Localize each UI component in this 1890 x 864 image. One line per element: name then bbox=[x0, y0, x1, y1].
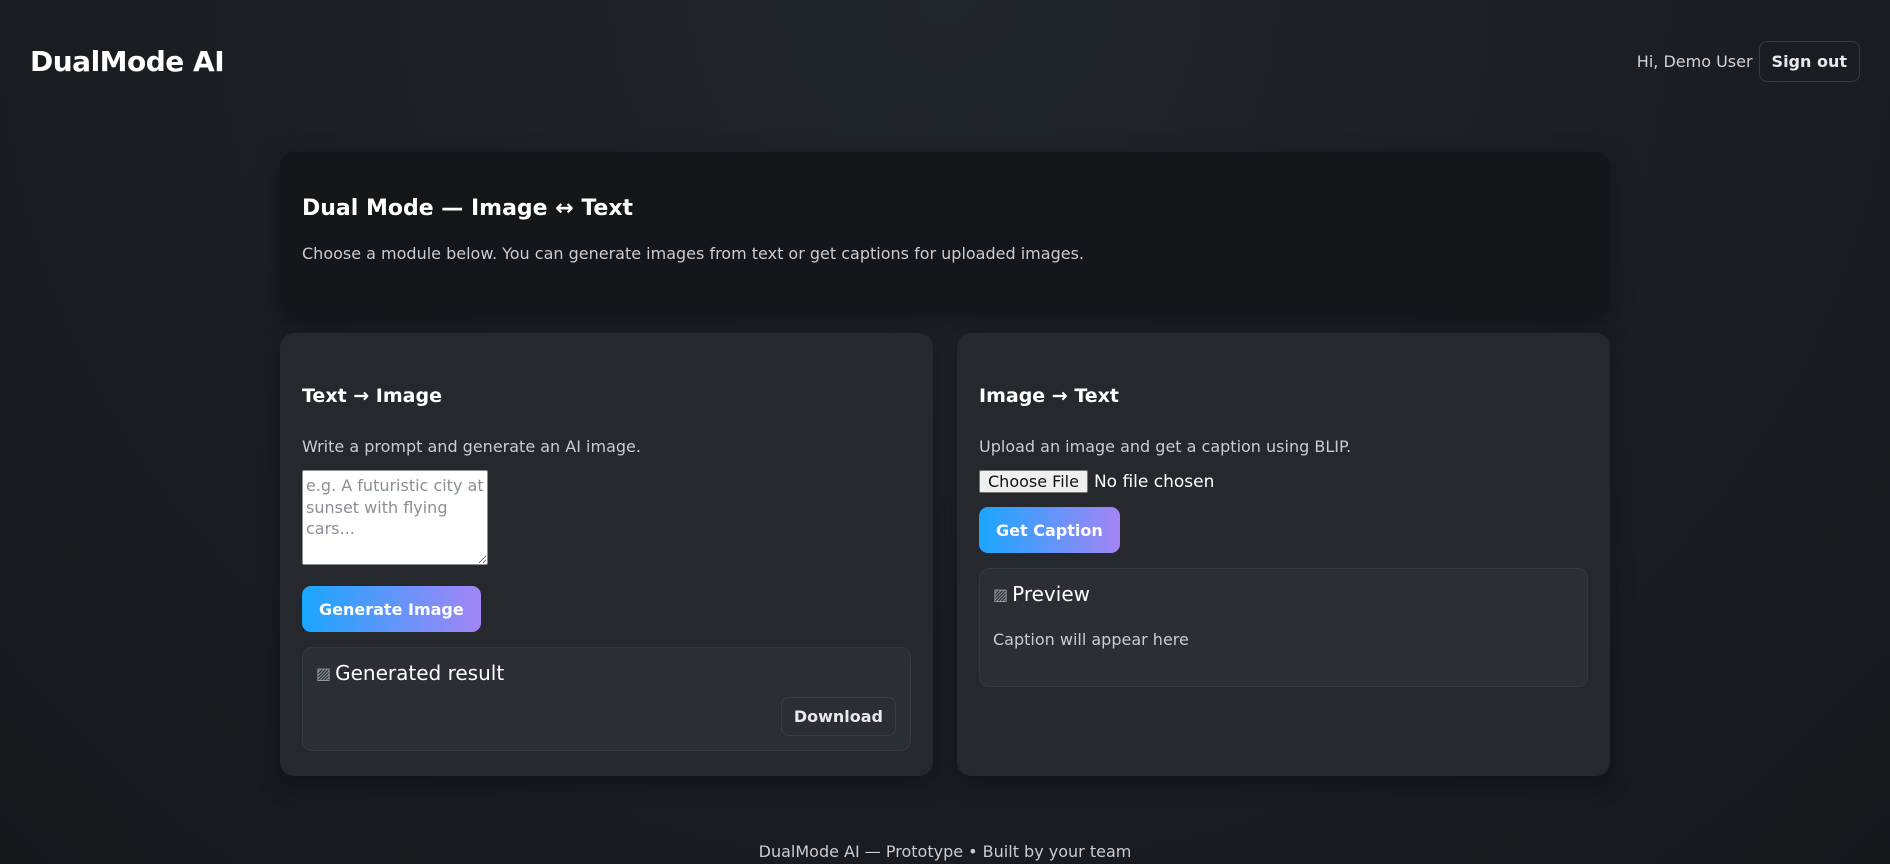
generated-result-image: ▨ Generated result bbox=[316, 661, 897, 685]
text-to-image-title: Text → Image bbox=[302, 385, 442, 407]
caption-output: Caption will appear here bbox=[993, 630, 1189, 649]
image-to-text-card: Image → Text Upload an image and get a c… bbox=[957, 333, 1610, 776]
modules-grid: Text → Image Write a prompt and generate… bbox=[280, 333, 1610, 776]
page-subtitle: Choose a module below. You can generate … bbox=[302, 244, 1084, 263]
main-content: Dual Mode — Image ↔ Text Choose a module… bbox=[280, 152, 1610, 861]
generated-result-alt: Generated result bbox=[335, 661, 505, 685]
page-title: Dual Mode — Image ↔ Text bbox=[302, 196, 634, 221]
file-status: No file chosen bbox=[1093, 471, 1215, 492]
user-area: Hi, Demo User Sign out bbox=[1636, 40, 1860, 82]
caption-result-panel: ▨ Preview Caption will appear here bbox=[979, 568, 1588, 687]
text-to-image-description: Write a prompt and generate an AI image. bbox=[302, 437, 641, 456]
download-button[interactable]: Download bbox=[780, 697, 896, 736]
image-to-text-title: Image → Text bbox=[979, 385, 1119, 407]
broken-image-icon: ▨ bbox=[316, 663, 332, 683]
preview-alt: Preview bbox=[1012, 582, 1090, 606]
preview-image: ▨ Preview bbox=[993, 582, 1574, 606]
get-caption-button[interactable]: Get Caption bbox=[979, 507, 1120, 553]
sign-out-button[interactable]: Sign out bbox=[1758, 40, 1860, 82]
brand-logo: DualMode AI bbox=[30, 44, 225, 78]
image-to-text-description: Upload an image and get a caption using … bbox=[979, 437, 1352, 456]
prompt-input[interactable] bbox=[302, 470, 488, 565]
choose-file-button[interactable]: Choose File bbox=[979, 470, 1088, 493]
file-input: Choose File No file chosen bbox=[979, 470, 1588, 493]
hero-panel: Dual Mode — Image ↔ Text Choose a module… bbox=[280, 152, 1610, 315]
generate-image-button[interactable]: Generate Image bbox=[302, 586, 481, 632]
generated-result-panel: ▨ Generated result Download bbox=[302, 647, 911, 751]
text-to-image-card: Text → Image Write a prompt and generate… bbox=[280, 333, 933, 776]
user-greeting: Hi, Demo User bbox=[1636, 51, 1753, 71]
broken-image-icon: ▨ bbox=[993, 584, 1009, 604]
footer: DualMode AI — Prototype • Built by your … bbox=[758, 842, 1132, 861]
top-bar: DualMode AI Hi, Demo User Sign out bbox=[0, 0, 1890, 122]
